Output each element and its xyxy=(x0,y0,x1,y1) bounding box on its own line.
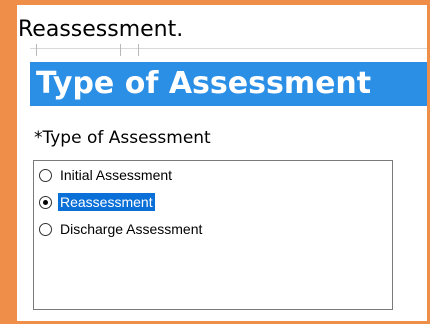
radio-unchecked-icon[interactable] xyxy=(39,168,52,182)
divider xyxy=(30,48,430,49)
divider-tick xyxy=(120,44,121,56)
divider-tick xyxy=(138,44,139,56)
option-reassessment[interactable]: Reassessment xyxy=(39,192,155,212)
radio-checked-icon[interactable] xyxy=(39,195,52,209)
divider-tick xyxy=(36,44,37,56)
section-header: Type of Assessment xyxy=(30,62,430,106)
option-initial-assessment[interactable]: Initial Assessment xyxy=(39,165,174,185)
option-discharge-assessment[interactable]: Discharge Assessment xyxy=(39,219,204,239)
type-of-assessment-label: *Type of Assessment xyxy=(34,128,211,148)
radio-unchecked-icon[interactable] xyxy=(39,222,52,236)
window-fragment xyxy=(30,44,430,56)
option-label: Reassessment xyxy=(58,193,155,211)
option-label: Discharge Assessment xyxy=(60,221,203,237)
assessment-type-listbox[interactable]: Initial Assessment Reassessment Discharg… xyxy=(33,160,393,310)
caption-text: Reassessment. xyxy=(18,17,184,42)
option-label: Initial Assessment xyxy=(60,167,173,183)
